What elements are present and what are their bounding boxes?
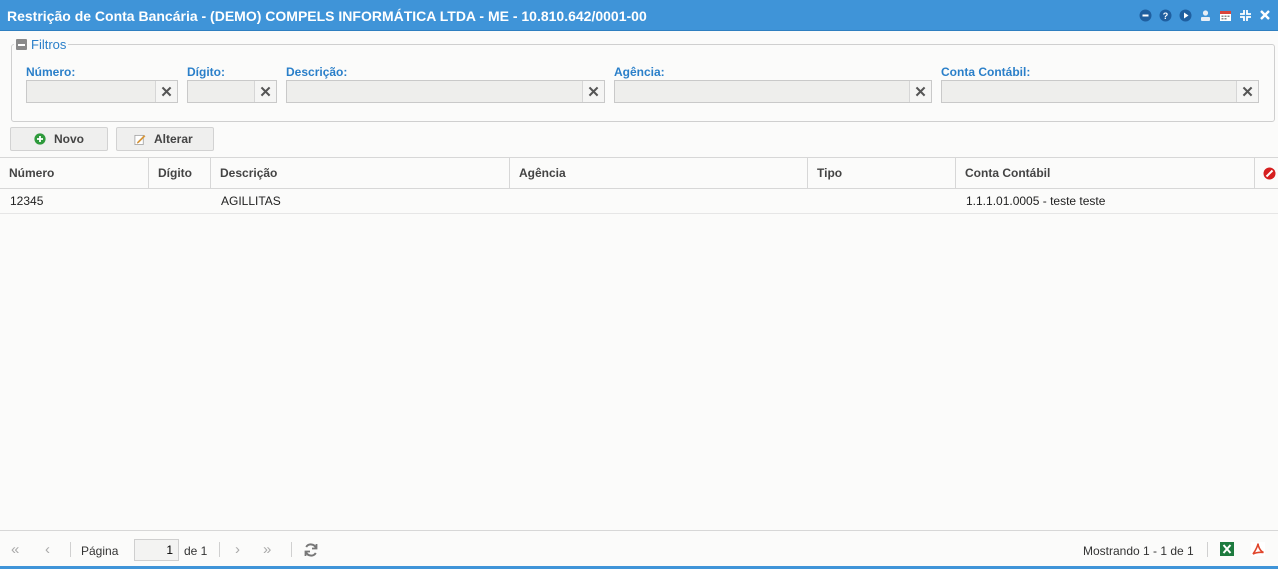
pencil-icon [134,133,146,145]
page-number-input[interactable] [134,539,179,561]
descricao-label: Descrição: [286,65,348,79]
minimize-icon[interactable] [1138,8,1152,22]
calendar-icon[interactable] [1218,8,1232,22]
agencia-input[interactable] [615,81,909,102]
agencia-label: Agência: [614,65,665,79]
clear-digito-icon[interactable]: ✕ [254,81,276,102]
pager-status: Mostrando 1 - 1 de 1 [1083,544,1194,558]
digito-label: Dígito: [187,65,225,79]
new-button-label: Novo [54,132,84,146]
prev-page-icon[interactable]: ‹ [45,541,50,558]
new-button[interactable]: Novo [10,127,108,151]
clear-numero-icon[interactable]: ✕ [155,81,177,102]
collapse-icon[interactable] [1238,8,1252,22]
edit-button-label: Alterar [154,132,193,146]
column-tipo[interactable]: Tipo [808,158,956,188]
window-titlebar: Restrição de Conta Bancária - (DEMO) COM… [0,0,1278,31]
clear-filter-icon[interactable] [1255,158,1278,188]
last-page-icon[interactable]: » [263,541,271,558]
export-excel-icon[interactable] [1220,542,1234,559]
refresh-icon[interactable] [303,542,319,561]
first-page-icon[interactable]: « [11,541,19,558]
cell-conta-contabil: 1.1.1.01.0005 - teste teste [966,194,1106,208]
clear-descricao-icon[interactable]: ✕ [582,81,604,102]
pager: « ‹ Página de 1 › » Mostrando 1 - 1 de 1 [0,530,1278,569]
svg-text:?: ? [1162,11,1168,21]
digito-input[interactable] [188,81,254,102]
table-row[interactable]: 12345 AGILLITAS 1.1.1.01.0005 - teste te… [0,189,1278,214]
pager-separator [291,542,292,557]
digito-field-wrapper: ✕ [187,80,277,103]
pager-separator [219,542,220,557]
agencia-field-wrapper: ✕ [614,80,932,103]
descricao-input[interactable] [287,81,582,102]
descricao-field-wrapper: ✕ [286,80,605,103]
user-icon[interactable] [1198,8,1212,22]
add-icon [34,133,46,145]
clear-agencia-icon[interactable]: ✕ [909,81,931,102]
cell-descricao: AGILLITAS [221,194,281,208]
pager-separator [1207,542,1208,557]
numero-label: Número: [26,65,76,79]
numero-field-wrapper: ✕ [26,80,178,103]
export-pdf-icon[interactable] [1251,542,1265,559]
column-agencia[interactable]: Agência [510,158,808,188]
cell-agencia [510,189,520,213]
help-icon[interactable]: ? [1158,8,1172,22]
conta-contabil-input[interactable] [942,81,1236,102]
column-descricao[interactable]: Descrição [211,158,510,188]
column-conta-contabil[interactable]: Conta Contábil [956,158,1255,188]
edit-button[interactable]: Alterar [116,127,214,151]
page-label: Página [81,544,119,558]
filters-legend-label: Filtros [31,37,67,52]
page-total: de 1 [184,544,208,558]
numero-input[interactable] [27,81,155,102]
close-icon[interactable] [1258,8,1272,22]
cell-numero: 12345 [10,194,44,208]
cell-tipo [808,189,818,213]
conta-contabil-label: Conta Contábil: [941,65,1031,79]
window-controls: ? [1138,8,1272,22]
conta-contabil-field-wrapper: ✕ [941,80,1259,103]
pager-separator [70,542,71,557]
clear-conta-contabil-icon[interactable]: ✕ [1236,81,1258,102]
column-digito[interactable]: Dígito [149,158,211,188]
window-title: Restrição de Conta Bancária - (DEMO) COM… [7,8,647,24]
column-numero[interactable]: Número [0,158,149,188]
filters-legend[interactable]: Filtros [14,37,69,52]
collapse-filters-icon[interactable] [16,39,27,50]
cell-digito [149,189,159,213]
next-page-icon[interactable]: › [235,541,240,558]
play-icon[interactable] [1178,8,1192,22]
grid-header: Número Dígito Descrição Agência Tipo Con… [0,157,1278,189]
